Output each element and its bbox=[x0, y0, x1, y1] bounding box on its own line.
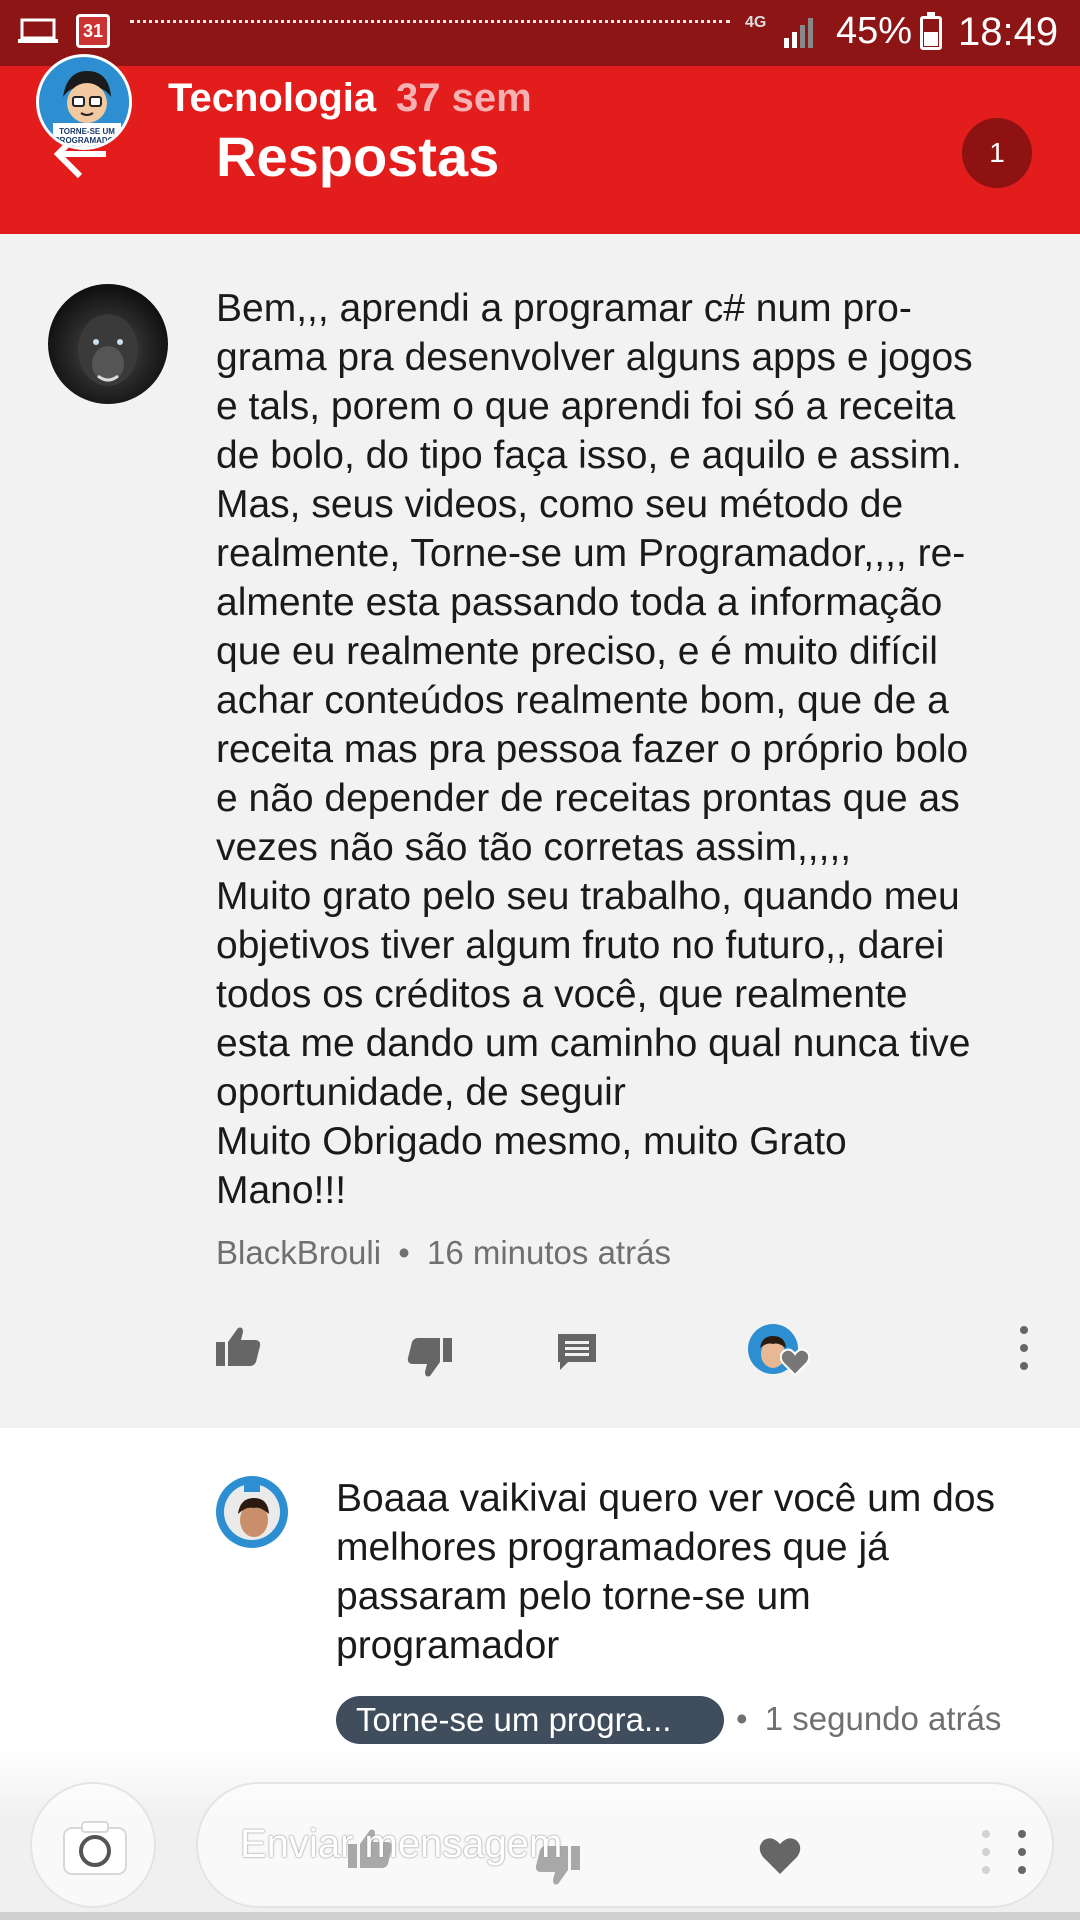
message-placeholder: Enviar mensagem bbox=[240, 1822, 563, 1866]
page-title: Respostas bbox=[216, 125, 500, 188]
bottom-edge bbox=[0, 1912, 1080, 1920]
channel-age: 37 sem bbox=[396, 76, 532, 120]
battery-icon bbox=[920, 12, 942, 50]
comment-actions bbox=[0, 1314, 1080, 1394]
laptop-icon bbox=[18, 18, 58, 43]
battery-percent: 45% bbox=[836, 10, 913, 52]
camera-button[interactable] bbox=[30, 1782, 156, 1908]
thumb-down-icon[interactable] bbox=[406, 1336, 454, 1380]
reply-avatar[interactable] bbox=[216, 1476, 288, 1548]
comment-icon[interactable] bbox=[556, 1332, 598, 1372]
signal-icon bbox=[784, 18, 813, 48]
creator-avatar-icon bbox=[217, 1477, 287, 1547]
more-vertical-icon[interactable] bbox=[1018, 1324, 1030, 1372]
more-vertical-icon[interactable] bbox=[1016, 1828, 1028, 1876]
reply-time: 1 segundo atrás bbox=[764, 1700, 1002, 1737]
thumb-up-icon[interactable] bbox=[214, 1324, 262, 1368]
calendar-icon: 31 bbox=[76, 14, 110, 48]
commenter-avatar[interactable] bbox=[48, 284, 168, 404]
channel-name: Tecnologia bbox=[168, 76, 377, 120]
reply-author-chip[interactable]: Torne-se um progra... bbox=[336, 1696, 724, 1744]
avatar-caption: TORNE-SE UM PROGRAMADOR bbox=[54, 127, 120, 145]
heart-icon bbox=[780, 1348, 810, 1376]
comment-text: Bem,,, aprendi a programar c# num pro- g… bbox=[216, 287, 973, 1212]
comment-meta: BlackBrouli • 16 minutos atrás bbox=[216, 1234, 671, 1272]
notification-dots bbox=[130, 20, 730, 23]
message-input[interactable]: Enviar mensagem bbox=[196, 1782, 1054, 1908]
app-header: TORNE-SE UM PROGRAMADOR Tecnologia 37 se… bbox=[0, 54, 1080, 234]
clock: 18:49 bbox=[958, 10, 1059, 54]
wolf-avatar-icon bbox=[78, 314, 138, 386]
status-bar: 31 4G 45% 18:49 bbox=[0, 0, 1080, 66]
network-type: 4G bbox=[745, 14, 767, 31]
main-comment: Bem,,, aprendi a programar c# num pro- g… bbox=[0, 234, 1080, 1428]
meta-separator: • bbox=[736, 1700, 748, 1737]
composer-bar: Enviar mensagem bbox=[0, 1748, 1080, 1920]
reply-text: Boaaa vaikivai quero ver você um dos mel… bbox=[336, 1477, 996, 1667]
reply-count-badge[interactable]: 1 bbox=[962, 118, 1032, 188]
heart-icon[interactable] bbox=[758, 1836, 802, 1876]
more-vertical-icon bbox=[982, 1830, 990, 1874]
comment-time: 16 minutos atrás bbox=[426, 1234, 671, 1271]
reply-meta: • 1 segundo atrás bbox=[736, 1700, 1001, 1738]
channel-avatar[interactable]: TORNE-SE UM PROGRAMADOR bbox=[36, 54, 132, 150]
camera-icon bbox=[63, 1821, 127, 1875]
comment-author[interactable]: BlackBrouli bbox=[216, 1234, 381, 1271]
meta-separator: • bbox=[398, 1234, 410, 1271]
calendar-date: 31 bbox=[82, 21, 104, 41]
